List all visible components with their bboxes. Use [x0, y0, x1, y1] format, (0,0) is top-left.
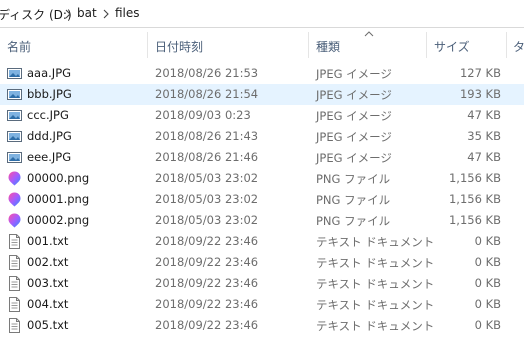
jpeg-image-icon [7, 150, 22, 165]
file-size: 1,156 KB [448, 171, 501, 185]
file-row[interactable]: aaa.JPG 2018/08/26 21:53 JPEG イメージ 127 KB [0, 63, 524, 84]
file-type: JPEG イメージ [316, 109, 392, 123]
file-date: 2018/09/22 23:46 [155, 234, 259, 248]
file-type: PNG ファイル [316, 172, 391, 186]
file-type: JPEG イメージ [316, 67, 392, 81]
file-name: 005.txt [27, 318, 69, 332]
file-type: PNG ファイル [316, 193, 391, 207]
file-date: 2018/05/03 23:02 [155, 192, 259, 206]
file-size: 0 KB [474, 276, 501, 290]
file-row[interactable]: 005.txt 2018/09/22 23:46 テキスト ドキュメント 0 KB [0, 315, 524, 336]
file-row[interactable]: eee.JPG 2018/08/26 21:46 JPEG イメージ 47 KB [0, 147, 524, 168]
column-header-tag[interactable]: タ [513, 38, 524, 55]
file-size: 1,156 KB [448, 192, 501, 206]
file-size: 47 KB [467, 150, 501, 164]
column-divider[interactable] [506, 32, 507, 58]
file-type: テキスト ドキュメント [316, 277, 435, 291]
file-name: bbb.JPG [27, 87, 72, 101]
column-header-type[interactable]: 種類 [316, 38, 340, 55]
file-date: 2018/09/22 23:46 [155, 276, 259, 290]
file-date: 2018/09/22 23:46 [155, 318, 259, 332]
file-size: 0 KB [474, 318, 501, 332]
text-document-icon [7, 318, 22, 333]
png-file-icon [7, 192, 22, 207]
file-size: 1,156 KB [448, 213, 501, 227]
file-date: 2018/08/26 21:43 [155, 129, 259, 143]
file-date: 2018/05/03 23:02 [155, 171, 259, 185]
file-row[interactable]: bbb.JPG 2018/08/26 21:54 JPEG イメージ 193 KB [0, 84, 524, 105]
text-document-icon [7, 234, 22, 249]
column-header-name[interactable]: 名前 [7, 38, 31, 55]
file-row[interactable]: 002.txt 2018/09/22 23:46 テキスト ドキュメント 0 KB [0, 252, 524, 273]
file-size: 127 KB [459, 66, 501, 80]
jpeg-image-icon [7, 87, 22, 102]
file-name: 00002.png [27, 213, 90, 227]
file-name: 00001.png [27, 192, 90, 206]
chevron-right-icon[interactable] [103, 9, 109, 19]
file-type: JPEG イメージ [316, 88, 392, 102]
file-type: テキスト ドキュメント [316, 298, 435, 312]
text-document-icon [7, 276, 22, 291]
file-row[interactable]: ddd.JPG 2018/08/26 21:43 JPEG イメージ 35 KB [0, 126, 524, 147]
file-date: 2018/09/22 23:46 [155, 297, 259, 311]
file-size: 47 KB [467, 108, 501, 122]
breadcrumb-drive[interactable]: ディスク (D:) [0, 6, 72, 23]
png-file-icon [7, 171, 22, 186]
file-date: 2018/05/03 23:02 [155, 213, 259, 227]
jpeg-image-icon [7, 108, 22, 123]
file-size: 0 KB [474, 297, 501, 311]
column-header-row: 名前 日付時刻 種類 サイズ タ [0, 30, 524, 60]
png-file-icon [7, 213, 22, 228]
sort-ascending-icon [364, 31, 374, 37]
address-bar[interactable]: ディスク (D:) bat files [0, 0, 524, 28]
column-divider[interactable] [426, 32, 427, 58]
file-date: 2018/09/22 23:46 [155, 255, 259, 269]
file-row[interactable]: 00002.png 2018/05/03 23:02 PNG ファイル 1,156 K… [0, 210, 524, 231]
chevron-right-icon[interactable] [65, 9, 71, 19]
column-divider[interactable] [308, 32, 309, 58]
column-header-size[interactable]: サイズ [434, 38, 470, 55]
file-name: 003.txt [27, 276, 69, 290]
file-date: 2018/08/26 21:54 [155, 87, 259, 101]
file-type: テキスト ドキュメント [316, 319, 435, 333]
file-size: 35 KB [467, 129, 501, 143]
file-name: 002.txt [27, 255, 69, 269]
file-name: 00000.png [27, 171, 90, 185]
file-row[interactable]: 00000.png 2018/05/03 23:02 PNG ファイル 1,156 K… [0, 168, 524, 189]
file-size: 193 KB [459, 87, 501, 101]
text-document-icon [7, 297, 22, 312]
file-name: aaa.JPG [27, 66, 72, 80]
jpeg-image-icon [7, 129, 22, 144]
file-name: 001.txt [27, 234, 69, 248]
file-date: 2018/08/26 21:53 [155, 66, 259, 80]
file-row[interactable]: 004.txt 2018/09/22 23:46 テキスト ドキュメント 0 KB [0, 294, 524, 315]
file-size: 0 KB [474, 234, 501, 248]
file-type: テキスト ドキュメント [316, 235, 435, 249]
file-type: JPEG イメージ [316, 130, 392, 144]
file-list: aaa.JPG 2018/08/26 21:53 JPEG イメージ 127 KB bb… [0, 63, 524, 336]
file-explorer-window: ディスク (D:) bat files 名前 日付時刻 種類 サイズ タ aaa… [0, 0, 524, 346]
file-name: ccc.JPG [27, 108, 69, 122]
file-size: 0 KB [474, 255, 501, 269]
file-name: eee.JPG [27, 150, 72, 164]
breadcrumb-files[interactable]: files [115, 6, 140, 20]
file-type: テキスト ドキュメント [316, 256, 435, 270]
file-row[interactable]: ccc.JPG 2018/09/03 0:23 JPEG イメージ 47 KB [0, 105, 524, 126]
file-row[interactable]: 003.txt 2018/09/22 23:46 テキスト ドキュメント 0 KB [0, 273, 524, 294]
file-date: 2018/09/03 0:23 [155, 108, 251, 122]
file-name: 004.txt [27, 297, 69, 311]
file-name: ddd.JPG [27, 129, 72, 143]
file-date: 2018/08/26 21:46 [155, 150, 259, 164]
column-divider[interactable] [147, 32, 148, 58]
file-row[interactable]: 001.txt 2018/09/22 23:46 テキスト ドキュメント 0 KB [0, 231, 524, 252]
column-header-date[interactable]: 日付時刻 [155, 38, 203, 55]
breadcrumb-bat[interactable]: bat [77, 6, 97, 20]
jpeg-image-icon [7, 66, 22, 81]
file-row[interactable]: 00001.png 2018/05/03 23:02 PNG ファイル 1,156 K… [0, 189, 524, 210]
file-type: PNG ファイル [316, 214, 391, 228]
text-document-icon [7, 255, 22, 270]
file-type: JPEG イメージ [316, 151, 392, 165]
